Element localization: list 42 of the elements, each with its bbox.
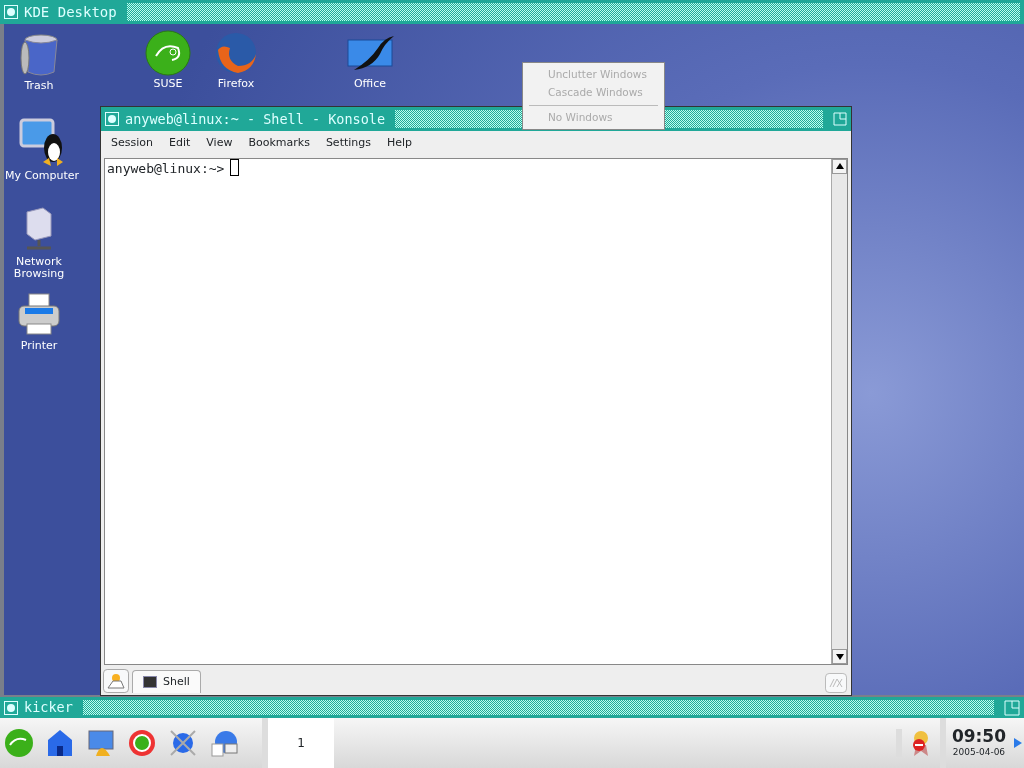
scroll-up-icon[interactable] [832, 158, 847, 174]
window-title: kicker [24, 698, 73, 718]
scrollbar[interactable] [831, 158, 847, 664]
icon-label[interactable]: My Computer [4, 170, 80, 183]
title-bar-drag-area[interactable] [126, 3, 1020, 21]
clock-time: 09:50 [951, 726, 1006, 747]
terminal-area[interactable]: anyweb@linux:~> [104, 157, 848, 665]
window-menu-button[interactable] [4, 5, 18, 19]
lifebuoy-icon[interactable] [127, 728, 157, 758]
window-title: anyweb@linux:~ - Shell - Konsole [125, 109, 386, 129]
clock-date: 2005-04-06 [952, 746, 1006, 760]
title-bar-drag-area[interactable] [82, 700, 994, 715]
gear-globe-icon[interactable] [168, 728, 198, 758]
icon-label[interactable]: Trash [24, 80, 54, 93]
desktop-shell-icon[interactable] [86, 728, 116, 758]
menu-item[interactable]: View [198, 133, 241, 154]
icon-label[interactable]: Office [353, 78, 387, 91]
icon-label[interactable]: Network Browsing [0, 256, 79, 281]
icon-label[interactable]: Firefox [217, 78, 255, 91]
printer-icon[interactable] [15, 292, 63, 338]
window-menu-button[interactable] [105, 112, 119, 126]
expand-arrow-icon[interactable] [1014, 738, 1022, 748]
menu-item[interactable]: Bookmarks [240, 133, 318, 154]
home-icon[interactable] [45, 728, 75, 758]
scroll-down-icon[interactable] [832, 649, 847, 664]
menu-item[interactable]: Help [379, 133, 421, 154]
session-tab[interactable]: Shell [132, 669, 201, 693]
terminal-icon [143, 675, 157, 688]
desktop-pager-button[interactable]: 1 [268, 718, 334, 768]
maximize-icon[interactable] [1004, 699, 1020, 716]
menu-item[interactable]: Session [103, 133, 161, 154]
new-session-icon[interactable] [103, 669, 129, 693]
window-menu-button[interactable] [4, 700, 18, 715]
menu-item[interactable]: Settings [317, 133, 379, 154]
text-cursor [230, 158, 240, 176]
icon-label[interactable]: Printer [20, 340, 58, 353]
maximize-icon[interactable] [833, 112, 847, 126]
terminal-prompt: anyweb@linux:~> [107, 159, 225, 178]
window-title: KDE Desktop [24, 2, 117, 22]
chameleon-logo-icon[interactable] [144, 30, 192, 76]
icon-label[interactable]: SUSE [153, 78, 183, 91]
menu-item[interactable]: Edit [161, 133, 199, 154]
